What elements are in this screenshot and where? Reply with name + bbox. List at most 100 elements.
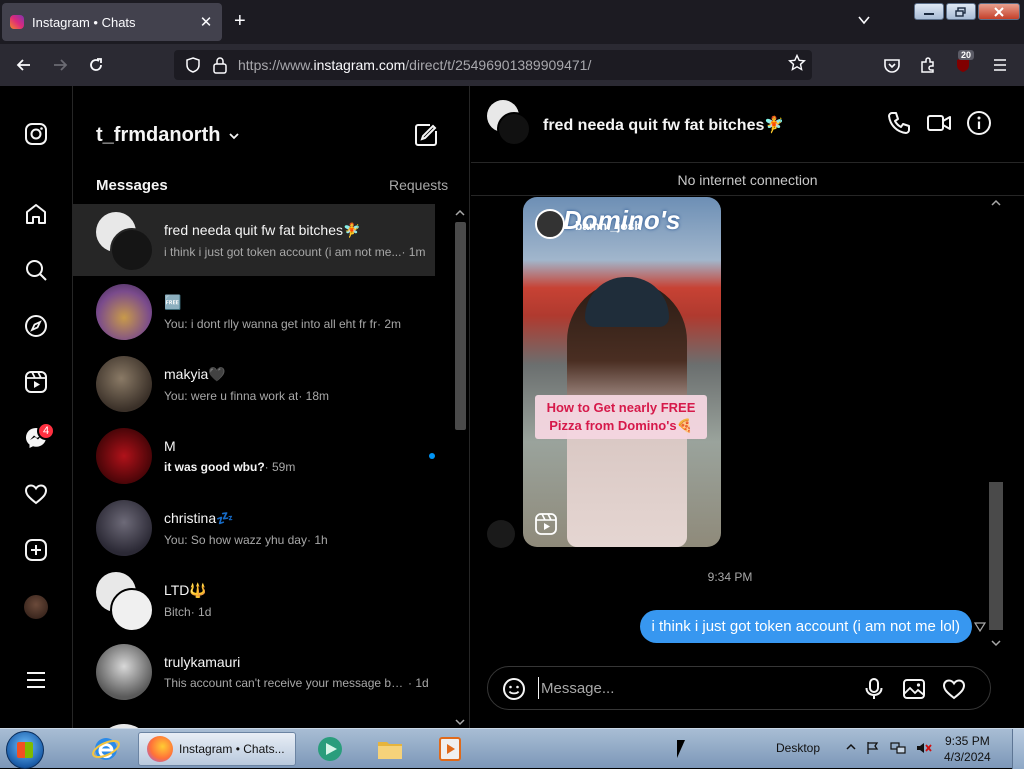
microphone-icon[interactable] — [862, 677, 886, 701]
clock-date: 4/3/2024 — [944, 750, 991, 764]
more-menu-icon[interactable] — [22, 666, 50, 694]
restore-button[interactable] — [946, 3, 976, 20]
reel-author-avatar — [535, 209, 565, 239]
conversation-preview: You: were u finna work at — [164, 388, 299, 403]
back-arrow-icon[interactable] — [13, 54, 35, 76]
hamburger-menu-icon[interactable] — [989, 54, 1011, 76]
conversation-time: · 1d — [408, 676, 429, 690]
chat-title[interactable]: fred needa quit fw fat bitches🧚 — [543, 115, 784, 135]
requests-link[interactable]: Requests — [389, 177, 448, 193]
search-icon[interactable] — [22, 256, 50, 284]
conversation-list-scrollbar[interactable] — [452, 206, 468, 728]
create-plus-icon[interactable] — [22, 536, 50, 564]
scroll-down-icon[interactable] — [987, 636, 1005, 650]
system-clock[interactable]: 9:35 PM 4/3/2024 — [944, 733, 991, 765]
emoji-icon[interactable] — [502, 677, 526, 701]
conversation-time: · 18m — [298, 388, 329, 403]
info-icon[interactable] — [966, 110, 992, 136]
shared-reel-card[interactable]: Domino's bamn._josh How to Get nearly FR… — [523, 197, 721, 547]
contact-avatar — [96, 500, 152, 556]
chat-group-avatar[interactable] — [487, 100, 531, 146]
tab-close-icon[interactable]: ✕ — [198, 13, 214, 31]
tab-title: Instagram • Chats — [32, 14, 136, 30]
new-message-icon[interactable] — [413, 122, 439, 148]
scrollbar-thumb[interactable] — [989, 482, 1003, 630]
minimize-button[interactable] — [914, 3, 944, 20]
media-player-icon[interactable] — [312, 732, 348, 766]
seen-status-icon — [974, 622, 986, 632]
sender-avatar[interactable] — [487, 520, 515, 548]
extension-count-badge: 20 — [958, 50, 975, 60]
tray-expand-icon[interactable] — [846, 741, 856, 753]
file-explorer-icon[interactable] — [372, 732, 408, 766]
mouse-cursor — [677, 740, 685, 758]
close-window-button[interactable] — [978, 3, 1020, 20]
instagram-app: 4 t_frmdanorth Messages Requests fred ne… — [0, 86, 1024, 728]
conversation-preview: it was good wbu? — [164, 460, 265, 474]
conversation-item[interactable]: Mit was good wbu? · 59m — [73, 420, 435, 492]
start-button[interactable] — [6, 731, 44, 769]
volume-muted-icon[interactable] — [916, 741, 932, 755]
contact-avatar — [96, 428, 152, 484]
conversation-time: · 1m — [401, 244, 426, 259]
address-bar[interactable]: https://www. instagram.com/direct/t/25496… — [174, 50, 812, 80]
url-path: /direct/t/25496901389909471/ — [405, 57, 592, 73]
scroll-up-icon[interactable] — [452, 207, 468, 219]
scrollbar-thumb[interactable] — [455, 222, 466, 430]
chat-scrollbar[interactable] — [987, 196, 1005, 650]
conversation-name: fred needa quit fw fat bitches🧚 — [164, 221, 361, 238]
desktop-toolbar-label[interactable]: Desktop — [776, 741, 820, 755]
forward-arrow-icon[interactable] — [49, 54, 71, 76]
url-prefix: https://www. — [238, 57, 314, 73]
notification-badge: 4 — [37, 422, 55, 440]
explore-compass-icon[interactable] — [22, 312, 50, 340]
media-center-icon[interactable] — [432, 732, 468, 766]
heart-notifications-icon[interactable] — [22, 480, 50, 508]
conversation-preview: You: i dont rlly wanna get into all eht … — [164, 316, 378, 331]
image-upload-icon[interactable] — [902, 677, 926, 701]
sent-message-bubble[interactable]: i think i just got token account (i am n… — [639, 610, 972, 643]
reels-icon[interactable] — [22, 368, 50, 396]
shield-icon[interactable] — [184, 56, 202, 74]
phone-call-icon[interactable] — [886, 110, 912, 136]
message-input[interactable] — [538, 677, 838, 699]
taskbar-firefox-window[interactable]: Instagram • Chats... — [138, 732, 296, 766]
reload-icon[interactable] — [85, 54, 107, 76]
firefox-icon — [147, 736, 173, 762]
conversation-preview: You: So how wazz yhu day — [164, 532, 307, 547]
profile-avatar[interactable] — [24, 595, 48, 619]
network-icon[interactable] — [890, 741, 906, 755]
conversation-name: trulykamauri — [164, 654, 241, 670]
account-switcher[interactable]: t_frmdanorth — [96, 124, 240, 147]
pocket-icon[interactable] — [881, 54, 903, 76]
conversation-item[interactable]: LTD🔱 Bitch · 1d — [73, 564, 435, 636]
conversation-item[interactable]: trulykamauri This account can't receive y… — [73, 636, 435, 708]
tab-instagram-chats[interactable]: Instagram • Chats ✕ — [2, 3, 222, 41]
show-desktop-button[interactable] — [1012, 729, 1024, 769]
conversation-item[interactable] — [73, 708, 435, 728]
instagram-logo-icon[interactable] — [22, 120, 50, 148]
reel-caption-line-2: Pizza from Domino's🍕 — [549, 418, 693, 433]
conversation-name: christina💤 — [164, 509, 234, 526]
video-call-icon[interactable] — [926, 110, 952, 136]
conversation-item[interactable]: fred needa quit fw fat bitches🧚 i think i… — [73, 204, 435, 276]
group-avatar — [96, 572, 154, 632]
extensions-puzzle-icon[interactable] — [917, 54, 939, 76]
list-all-tabs-icon[interactable] — [856, 12, 872, 28]
internet-explorer-icon[interactable] — [88, 732, 124, 766]
reel-caption-line-1: How to Get nearly FREE — [546, 400, 696, 415]
new-tab-button[interactable]: + — [234, 10, 246, 32]
unread-indicator — [429, 453, 435, 459]
conversation-item[interactable]: christina💤 You: So how wazz yhu day · 1h — [73, 492, 435, 564]
window-controls — [914, 3, 1020, 20]
conversation-item[interactable]: makyia🖤 You: were u finna work at · 18m — [73, 348, 435, 420]
action-center-flag-icon[interactable] — [866, 741, 880, 755]
bookmark-star-icon[interactable] — [788, 54, 806, 72]
scroll-down-icon[interactable] — [452, 716, 468, 728]
contact-avatar — [96, 284, 152, 340]
heart-like-icon[interactable] — [942, 677, 966, 701]
conversation-item[interactable]: 🆓 You: i dont rlly wanna get into all eht… — [73, 276, 435, 348]
lock-icon[interactable] — [212, 56, 228, 74]
scroll-up-icon[interactable] — [987, 196, 1005, 210]
home-icon[interactable] — [22, 200, 50, 228]
